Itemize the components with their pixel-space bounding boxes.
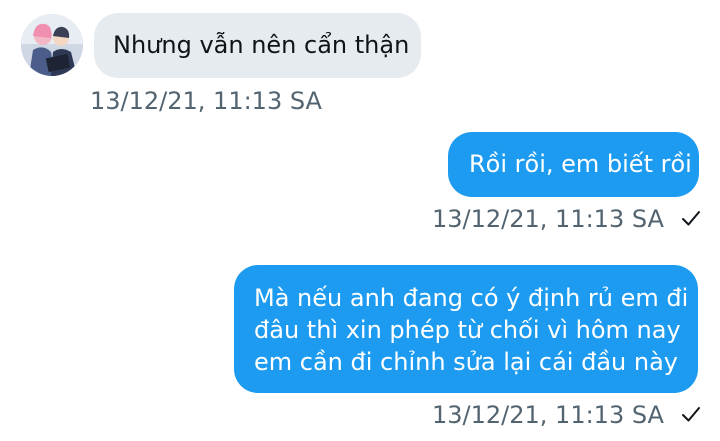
- message-text-line: em cần đi chỉnh sửa lại cái đầu này: [254, 348, 678, 376]
- timestamp-text: 13/12/21, 11:13 SA: [432, 401, 664, 429]
- message-bubble-outgoing[interactable]: Mà nếu anh đang có ý định rủ em đi đâu t…: [234, 265, 698, 393]
- message-timestamp: 13/12/21, 11:13 SA: [90, 86, 322, 116]
- message-text-line: Mà nếu anh đang có ý định rủ em đi: [254, 284, 689, 312]
- avatar[interactable]: [21, 14, 83, 76]
- avatar-image: [21, 14, 83, 76]
- message-timestamp: 13/12/21, 11:13 SA: [432, 204, 702, 234]
- message-bubble-outgoing[interactable]: Rồi rồi, em biết rồi: [448, 132, 699, 197]
- message-bubble-incoming[interactable]: Nhưng vẫn nên cẩn thận: [94, 13, 421, 78]
- timestamp-text: 13/12/21, 11:13 SA: [432, 205, 664, 233]
- message-text: Nhưng vẫn nên cẩn thận: [113, 31, 410, 59]
- message-timestamp: 13/12/21, 11:13 SA: [432, 400, 702, 430]
- message-text-line: đâu thì xin phép từ chối vì hôm nay: [254, 316, 681, 344]
- timestamp-text: 13/12/21, 11:13 SA: [90, 87, 322, 115]
- message-text: Rồi rồi, em biết rồi: [469, 150, 692, 178]
- check-icon: [680, 207, 702, 229]
- check-icon: [680, 403, 702, 425]
